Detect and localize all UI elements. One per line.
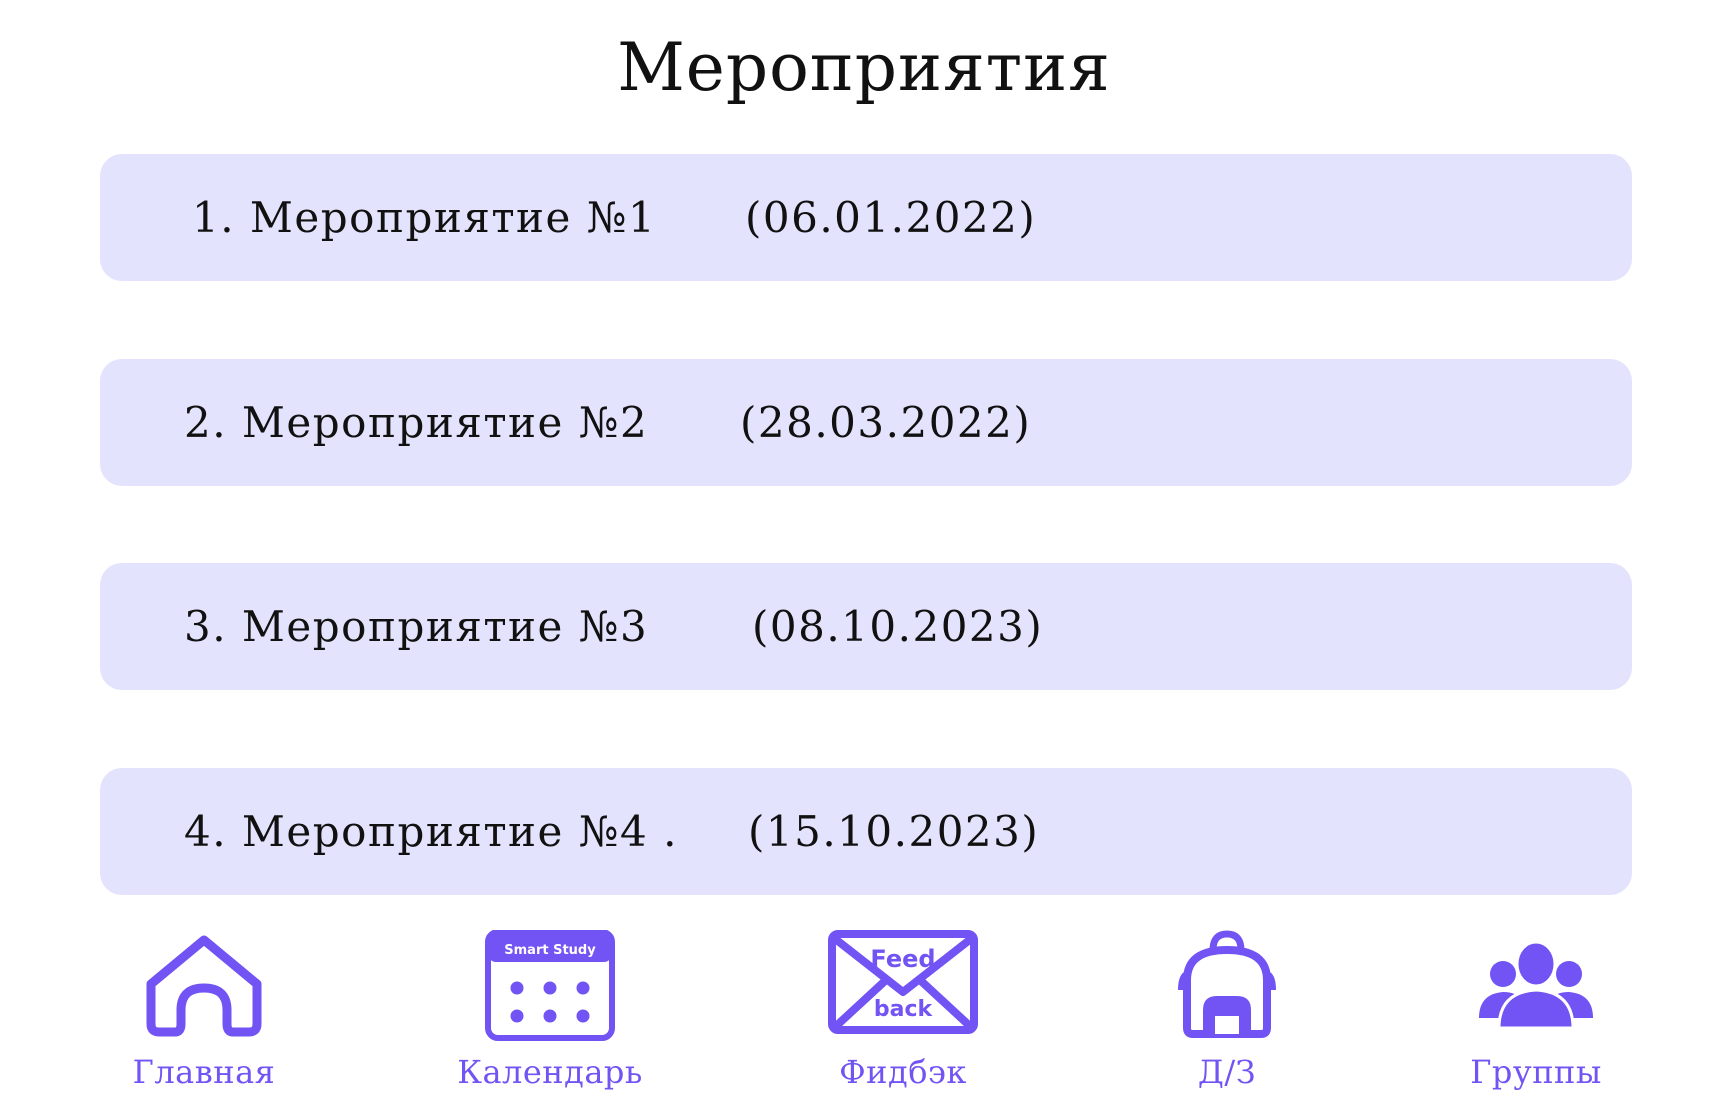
event-name: 3. Мероприятие №3 (184, 602, 649, 651)
users-icon (1479, 940, 1593, 1030)
nav-label-feedback: Фидбэк (839, 1053, 967, 1091)
event-date: (08.10.2023) (752, 602, 1044, 651)
event-date: (28.03.2022) (740, 398, 1032, 447)
calendar-icon: Smart Study (485, 930, 615, 1041)
calendar-icon-text: Smart Study (504, 943, 596, 958)
nav-item-feedback[interactable]: Feed back Фидбэк (773, 930, 1033, 1110)
event-date: (06.01.2022) (745, 193, 1037, 242)
nav-label-calendar: Календарь (457, 1053, 643, 1091)
envelope-icon-text-top: Feed (870, 945, 935, 973)
event-list: 1. Мероприятие №1 (06.01.2022) 2. Меропр… (0, 0, 1728, 900)
event-name: 4. Мероприятие №4 . (184, 807, 678, 856)
nav-label-homework: Д/З (1197, 1053, 1257, 1091)
nav-item-groups[interactable]: Группы (1406, 930, 1666, 1110)
nav-item-calendar[interactable]: Smart Study Календарь (420, 930, 680, 1110)
nav-label-groups: Группы (1470, 1053, 1602, 1091)
event-name: 1. Мероприятие №1 (192, 193, 657, 242)
backpack-icon (1178, 930, 1276, 1038)
nav-label-home: Главная (132, 1053, 276, 1091)
event-item-4[interactable]: 4. Мероприятие №4 . (15.10.2023) (100, 768, 1632, 895)
event-date: (15.10.2023) (748, 807, 1040, 856)
bottom-nav: Главная Smart Study Календарь Feed back … (0, 930, 1728, 1117)
event-item-1[interactable]: 1. Мероприятие №1 (06.01.2022) (100, 154, 1632, 281)
event-item-3[interactable]: 3. Мероприятие №3 (08.10.2023) (100, 563, 1632, 690)
envelope-icon: Feed back (828, 930, 978, 1034)
home-icon (146, 935, 262, 1037)
nav-item-home[interactable]: Главная (74, 930, 334, 1110)
envelope-icon-text-bottom: back (874, 997, 934, 1022)
event-name: 2. Мероприятие №2 (184, 398, 649, 447)
nav-item-homework[interactable]: Д/З (1097, 930, 1357, 1110)
event-item-2[interactable]: 2. Мероприятие №2 (28.03.2022) (100, 359, 1632, 486)
